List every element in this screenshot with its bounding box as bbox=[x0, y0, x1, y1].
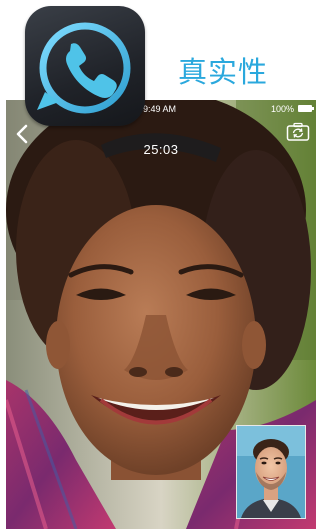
self-view-preview[interactable] bbox=[236, 425, 306, 519]
switch-camera-button[interactable] bbox=[286, 122, 310, 142]
battery-percentage: 100% bbox=[270, 104, 294, 114]
call-duration: 25:03 bbox=[143, 142, 179, 157]
app-store-screenshot: 真实性 9:49 AM 100% 25:03 bbox=[0, 0, 316, 529]
video-call-screen: 9:49 AM 100% 25:03 bbox=[6, 100, 316, 529]
camera-switch-icon bbox=[286, 122, 310, 141]
battery-icon bbox=[298, 105, 314, 112]
app-icon bbox=[25, 6, 145, 126]
phone-ring-icon bbox=[37, 22, 131, 114]
status-time: 9:49 AM bbox=[143, 104, 177, 114]
feature-title: 真实性 bbox=[178, 55, 269, 89]
